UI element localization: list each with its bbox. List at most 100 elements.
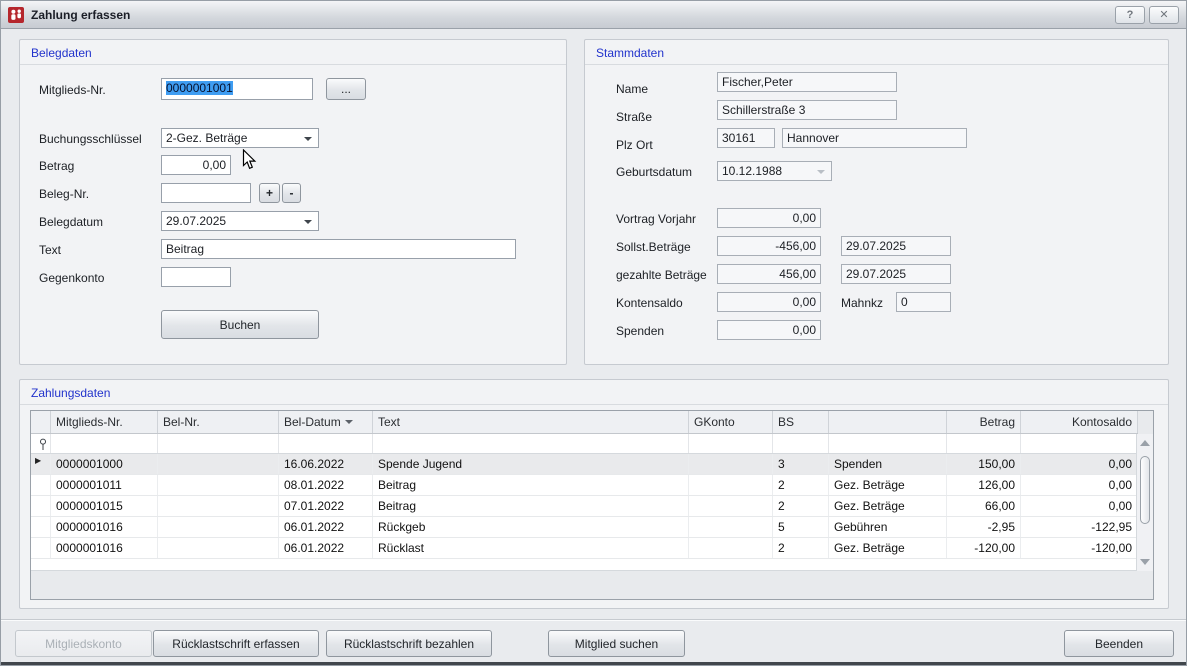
belegdatum-label: Belegdatum [39, 215, 103, 229]
filter-cell[interactable] [773, 434, 829, 453]
column-header-bs[interactable]: BS [773, 411, 829, 433]
cell-bs-text[interactable]: Gez. Beträge [829, 538, 947, 558]
table-row[interactable]: ▶ 0000001000 16.06.2022 Spende Jugend 3 … [31, 454, 1138, 475]
scrollbar-down-icon[interactable] [1140, 559, 1150, 565]
cell-bel-nr[interactable] [158, 538, 279, 558]
cell-bel-datum[interactable]: 06.01.2022 [279, 517, 373, 537]
browse-button[interactable]: ... [326, 78, 366, 100]
cell-kontosaldo[interactable]: 0,00 [1021, 454, 1138, 474]
cell-betrag[interactable]: 150,00 [947, 454, 1021, 474]
cell-gkonto[interactable] [689, 517, 773, 537]
gegenkonto-input[interactable] [161, 267, 231, 287]
filter-cell[interactable] [51, 434, 158, 453]
table-row[interactable]: 0000001011 08.01.2022 Beitrag 2 Gez. Bet… [31, 475, 1138, 496]
cell-text[interactable]: Spende Jugend [373, 454, 689, 474]
cell-bel-nr[interactable] [158, 475, 279, 495]
cell-betrag[interactable]: -120,00 [947, 538, 1021, 558]
cell-kontosaldo[interactable]: 0,00 [1021, 475, 1138, 495]
cell-bel-datum[interactable]: 07.01.2022 [279, 496, 373, 516]
mitgliedskonto-button[interactable]: Mitgliedskonto [15, 630, 152, 657]
cell-kontosaldo[interactable]: -122,95 [1021, 517, 1138, 537]
filter-cell[interactable] [373, 434, 689, 453]
cell-gkonto[interactable] [689, 454, 773, 474]
close-button[interactable]: ✕ [1149, 6, 1179, 24]
cell-kontosaldo[interactable]: -120,00 [1021, 538, 1138, 558]
filter-cell[interactable] [158, 434, 279, 453]
column-header-bs_text[interactable] [829, 411, 947, 433]
cell-bel-datum[interactable]: 06.01.2022 [279, 538, 373, 558]
cell-mitglieds-nr[interactable]: 0000001016 [51, 538, 158, 558]
scrollbar-up-icon[interactable] [1140, 440, 1150, 446]
cell-mitglieds-nr[interactable]: 0000001011 [51, 475, 158, 495]
filter-cell[interactable] [689, 434, 773, 453]
buchen-button[interactable]: Buchen [161, 310, 319, 339]
help-icon: ? [1127, 9, 1134, 21]
table-body: ▶ 0000001000 16.06.2022 Spende Jugend 3 … [31, 454, 1153, 559]
cell-text[interactable]: Rückgeb [373, 517, 689, 537]
cell-mitglieds-nr[interactable]: 0000001016 [51, 517, 158, 537]
table-row[interactable]: 0000001016 06.01.2022 Rückgeb 5 Gebühren… [31, 517, 1138, 538]
cell-mitglieds-nr[interactable]: 0000001000 [51, 454, 158, 474]
filter-cell[interactable] [279, 434, 373, 453]
gezahlt-label: gezahlte Beträge [616, 268, 707, 282]
beleg-nr-increment-button[interactable]: + [259, 183, 280, 203]
chevron-down-icon[interactable] [304, 137, 312, 141]
mitglied-suchen-button[interactable]: Mitglied suchen [548, 630, 685, 657]
cell-text[interactable]: Beitrag [373, 496, 689, 516]
vertical-scrollbar[interactable] [1136, 434, 1153, 571]
beenden-button[interactable]: Beenden [1064, 630, 1174, 657]
filter-cell[interactable] [1021, 434, 1138, 453]
column-header-text[interactable]: Text [373, 411, 689, 433]
cell-bs[interactable]: 2 [773, 475, 829, 495]
cell-bs[interactable]: 2 [773, 496, 829, 516]
scrollbar-thumb[interactable] [1140, 456, 1150, 524]
mitglieds-nr-input[interactable]: 0000001001 [161, 78, 313, 100]
text-input[interactable]: Beitrag [161, 239, 516, 259]
filter-row[interactable] [31, 434, 1138, 454]
cell-bel-datum[interactable]: 16.06.2022 [279, 454, 373, 474]
filter-cell[interactable] [829, 434, 947, 453]
cell-betrag[interactable]: 66,00 [947, 496, 1021, 516]
cell-bel-nr[interactable] [158, 517, 279, 537]
column-header-bel_datum[interactable]: Bel-Datum [279, 411, 373, 433]
cell-text[interactable]: Beitrag [373, 475, 689, 495]
cell-bs-text[interactable]: Spenden [829, 454, 947, 474]
cell-mitglieds-nr[interactable]: 0000001015 [51, 496, 158, 516]
cell-gkonto[interactable] [689, 475, 773, 495]
table-row[interactable]: 0000001015 07.01.2022 Beitrag 2 Gez. Bet… [31, 496, 1138, 517]
ruecklastschrift-bezahlen-button[interactable]: Rücklastschrift bezahlen [326, 630, 492, 657]
cell-betrag[interactable]: 126,00 [947, 475, 1021, 495]
cell-bs[interactable]: 5 [773, 517, 829, 537]
cell-bs-text[interactable]: Gez. Beträge [829, 496, 947, 516]
cell-bel-nr[interactable] [158, 496, 279, 516]
cell-text[interactable]: Rücklast [373, 538, 689, 558]
title-bar[interactable]: Zahlung erfassen ? ✕ [1, 1, 1186, 29]
help-button[interactable]: ? [1115, 6, 1145, 24]
column-header-kontosaldo[interactable]: Kontosaldo [1021, 411, 1138, 433]
column-header-mitglieds_nr[interactable]: Mitglieds-Nr. [51, 411, 158, 433]
table-row[interactable]: 0000001016 06.01.2022 Rücklast 2 Gez. Be… [31, 538, 1138, 559]
buchungsschluessel-select[interactable]: 2-Gez. Beträge [161, 128, 319, 148]
cell-gkonto[interactable] [689, 496, 773, 516]
cell-bel-datum[interactable]: 08.01.2022 [279, 475, 373, 495]
column-header-bel_nr[interactable]: Bel-Nr. [158, 411, 279, 433]
beleg-nr-input[interactable] [161, 183, 251, 203]
kontensaldo-label: Kontensaldo [616, 296, 683, 310]
cell-kontosaldo[interactable]: 0,00 [1021, 496, 1138, 516]
betrag-input[interactable]: 0,00 [161, 155, 231, 175]
column-header-betrag[interactable]: Betrag [947, 411, 1021, 433]
beleg-nr-decrement-button[interactable]: - [282, 183, 301, 203]
cell-bs-text[interactable]: Gez. Beträge [829, 475, 947, 495]
cell-gkonto[interactable] [689, 538, 773, 558]
filter-cell[interactable] [947, 434, 1021, 453]
buchungsschluessel-value: 2-Gez. Beträge [166, 131, 247, 145]
chevron-down-icon[interactable] [304, 220, 312, 224]
cell-bel-nr[interactable] [158, 454, 279, 474]
cell-bs[interactable]: 2 [773, 538, 829, 558]
cell-bs-text[interactable]: Gebühren [829, 517, 947, 537]
belegdatum-select[interactable]: 29.07.2025 [161, 211, 319, 231]
ruecklastschrift-erfassen-button[interactable]: Rücklastschrift erfassen [153, 630, 319, 657]
cell-betrag[interactable]: -2,95 [947, 517, 1021, 537]
cell-bs[interactable]: 3 [773, 454, 829, 474]
column-header-gkonto[interactable]: GKonto [689, 411, 773, 433]
